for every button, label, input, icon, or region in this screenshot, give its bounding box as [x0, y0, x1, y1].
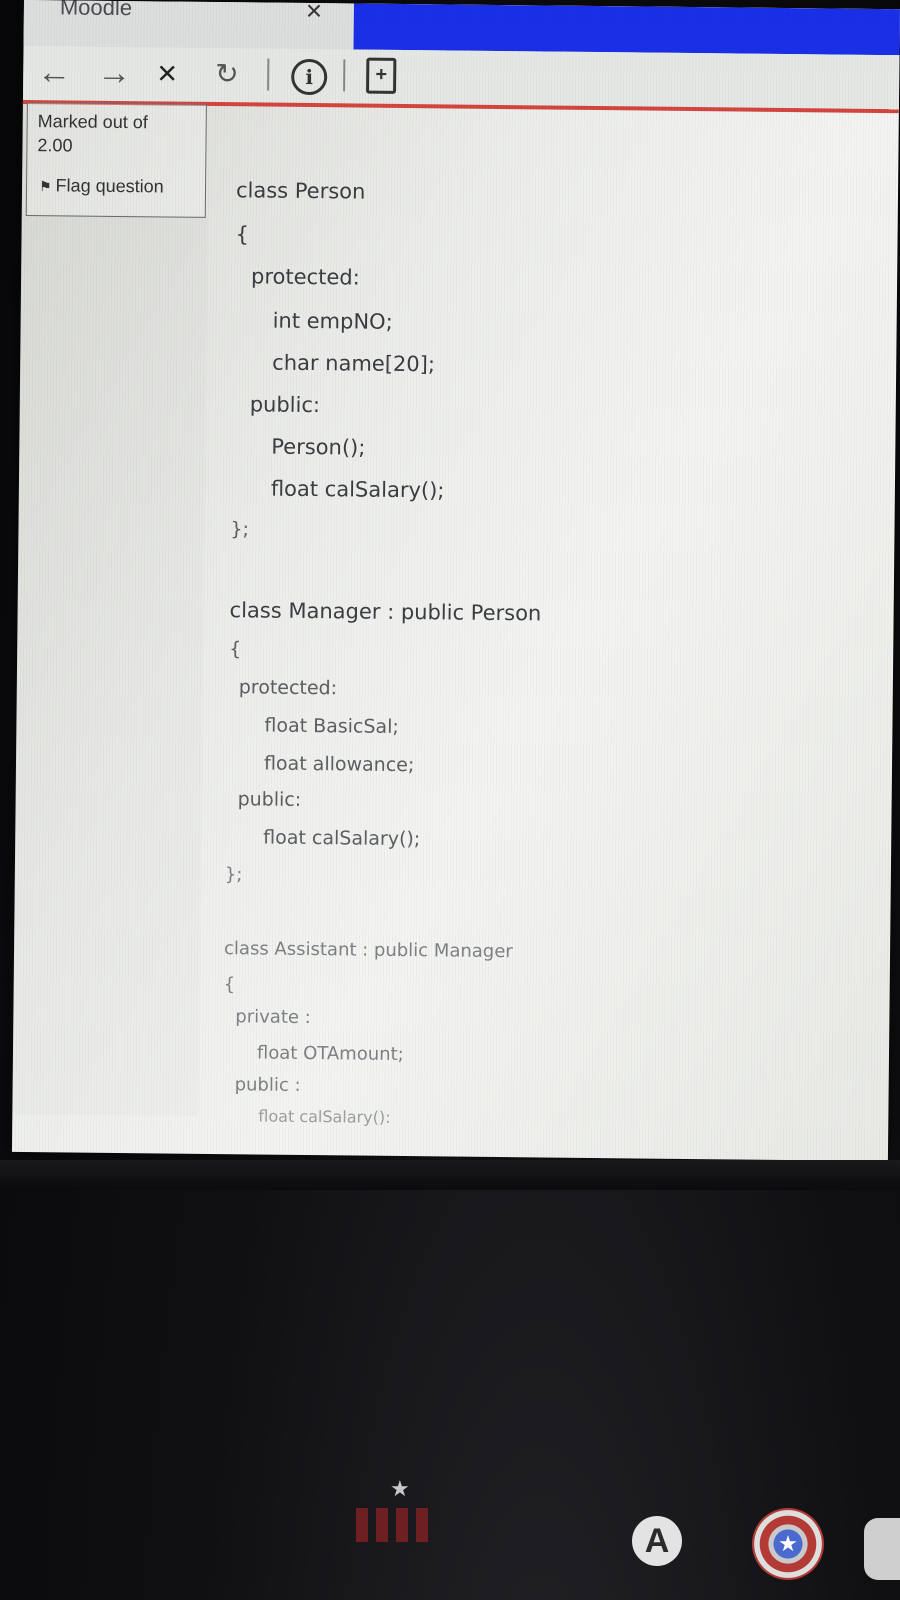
- code-line: private :: [235, 1006, 311, 1029]
- sticker-stripe: [396, 1508, 408, 1542]
- code-line: float calSalary();: [270, 476, 445, 503]
- shield-icon: ★: [752, 1508, 824, 1580]
- code-line: public:: [237, 788, 302, 811]
- sticker-stripe: [416, 1508, 428, 1542]
- code-line: {: [223, 974, 236, 996]
- code-line: public:: [249, 392, 321, 418]
- code-line: float calSalary();: [263, 826, 421, 851]
- code-line: class Manager : public Person: [229, 598, 542, 626]
- monitor-screen: Moodle × ← → × ↻ i + Marked out of 2.00 …: [11, 0, 900, 1162]
- code-line: char name[20];: [272, 350, 436, 377]
- code-line: };: [224, 864, 243, 886]
- code-line: };: [230, 518, 250, 541]
- code-line: class Assistant : public Manager: [223, 938, 513, 963]
- question-code: class Person { protected: int empNO; cha…: [12, 0, 900, 1161]
- partial-sticker: [864, 1518, 900, 1580]
- code-line: class Person: [235, 178, 366, 204]
- code-line: float allowance;: [263, 752, 415, 777]
- avengers-logo-icon: A: [632, 1516, 682, 1566]
- code-line: protected:: [250, 264, 360, 290]
- code-line: Person();: [271, 434, 366, 460]
- sticker-stripe: [376, 1508, 388, 1542]
- code-line: float BasicSal;: [264, 714, 399, 738]
- code-line: int empNO;: [272, 308, 393, 334]
- code-line: protected:: [238, 676, 338, 700]
- code-line: float OTAmount;: [256, 1042, 404, 1066]
- sticker-stripe: [356, 1508, 368, 1542]
- code-line: {: [235, 222, 250, 247]
- code-line: {: [229, 638, 242, 661]
- monitor-bezel: [0, 1160, 900, 1190]
- photo-background: Moodle × ← → × ↻ i + Marked out of 2.00 …: [0, 0, 900, 1600]
- code-line: public :: [234, 1074, 301, 1096]
- code-line: float calSalary():: [258, 1106, 391, 1127]
- flag-sticker: ★: [350, 1476, 446, 1550]
- star-icon: ★: [390, 1476, 410, 1501]
